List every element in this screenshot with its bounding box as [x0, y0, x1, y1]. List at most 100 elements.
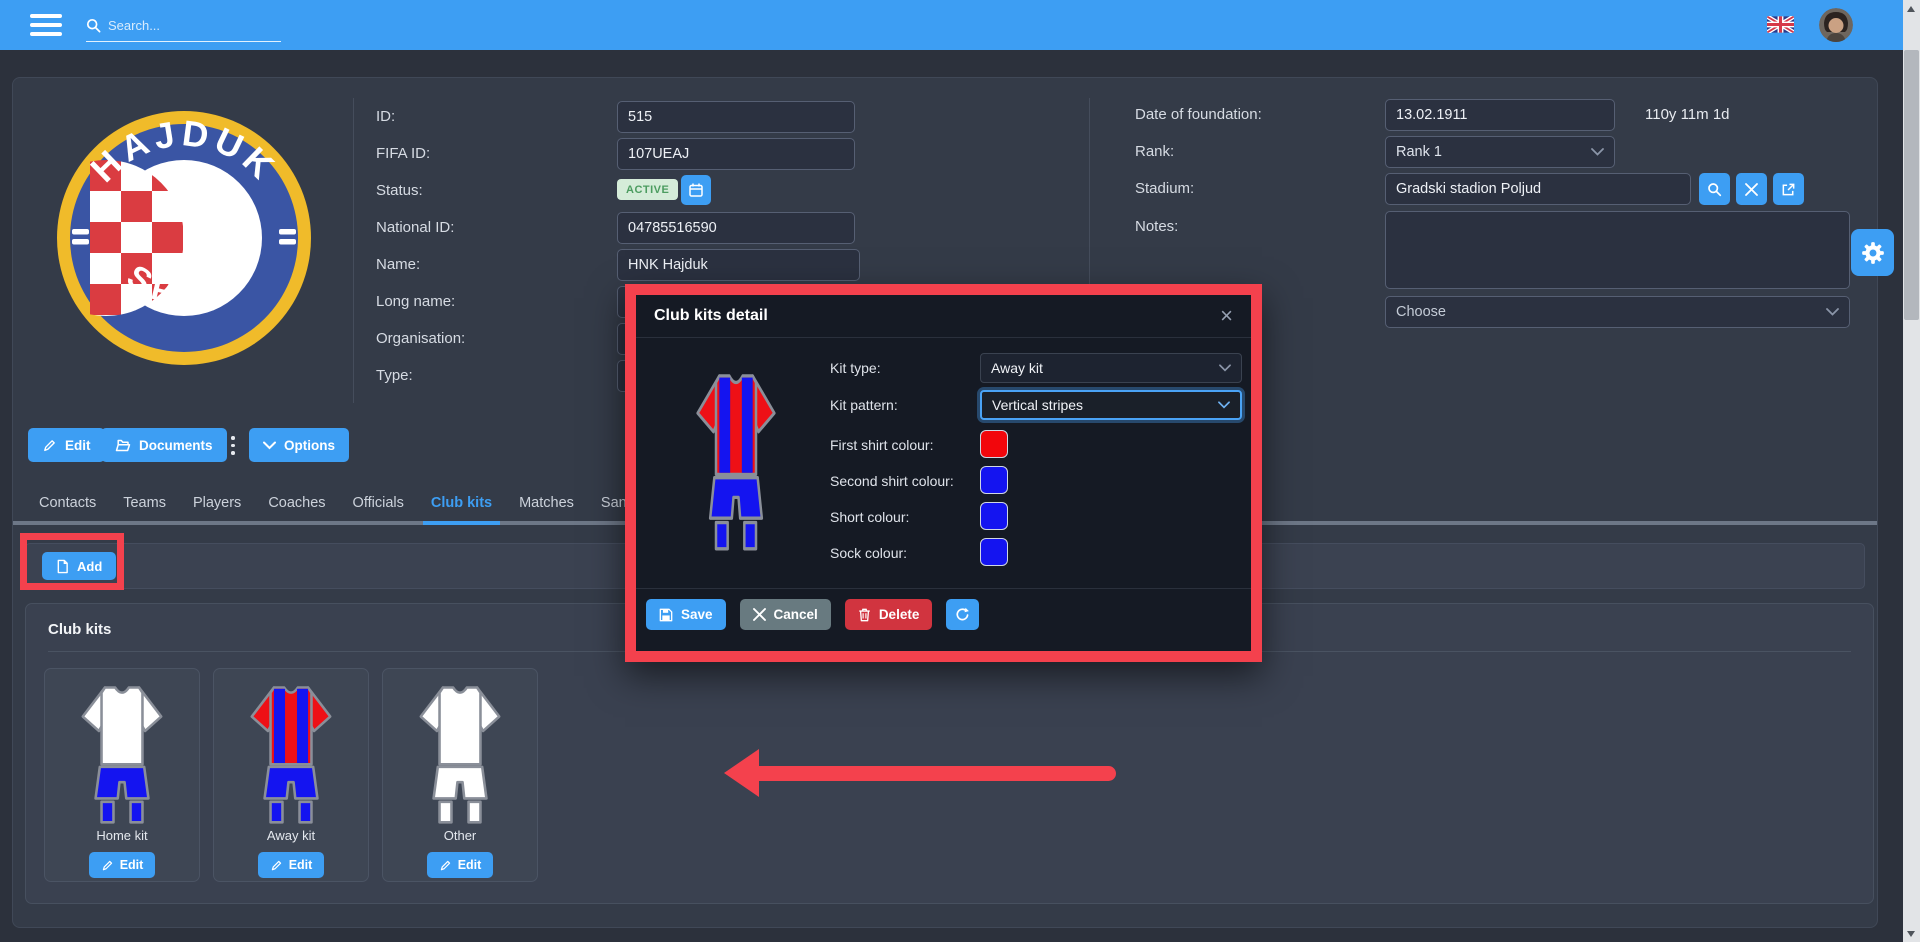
top-navbar	[0, 0, 1920, 50]
kit-pattern-label: Kit pattern:	[830, 390, 898, 420]
choose-select[interactable]: Choose	[1385, 296, 1850, 328]
edit-away-kit-button[interactable]: Edit	[258, 852, 325, 878]
tab-club-kits[interactable]: Club kits	[431, 495, 492, 521]
modal-kit-preview	[686, 365, 786, 551]
gear-icon	[1860, 240, 1886, 266]
stadium-open-button[interactable]	[1773, 173, 1804, 205]
rank-label: Rank:	[1135, 136, 1174, 168]
second-shirt-colour-swatch[interactable]	[980, 466, 1008, 494]
chevron-down-icon	[1591, 148, 1604, 156]
club-logo: HAJDUK SPLIT	[49, 103, 319, 373]
first-shirt-colour-label: First shirt colour:	[830, 430, 933, 460]
add-button[interactable]: Add	[42, 552, 116, 580]
national-id-field[interactable]	[617, 212, 855, 244]
modal-header: Club kits detail ×	[636, 295, 1251, 337]
folder-open-icon	[115, 438, 131, 453]
refresh-icon	[955, 607, 970, 622]
chevron-down-icon	[1219, 364, 1231, 372]
foundation-label: Date of foundation:	[1135, 99, 1262, 131]
tab-matches[interactable]: Matches	[519, 495, 574, 521]
sock-colour-label: Sock colour:	[830, 538, 907, 568]
close-icon	[1745, 183, 1758, 196]
search-input[interactable]	[108, 18, 268, 33]
tab-officials[interactable]: Officials	[353, 495, 404, 521]
edit-button[interactable]: Edit	[28, 428, 105, 462]
pencil-icon	[439, 859, 452, 872]
kit-card-label: Other	[444, 828, 477, 843]
pencil-icon	[101, 859, 114, 872]
options-button[interactable]: Options	[249, 428, 349, 462]
annotation-box-modal: Club kits detail × Kit type: Away kit Ki…	[625, 284, 1262, 662]
edit-other-kit-button[interactable]: Edit	[427, 852, 494, 878]
global-search	[86, 10, 281, 42]
kit-card-list: Home kit Edit	[44, 668, 538, 882]
language-flag-icon[interactable]	[1767, 16, 1794, 33]
name-field[interactable]	[617, 249, 860, 281]
scrollbar-thumb[interactable]	[1904, 50, 1919, 320]
stadium-label: Stadium:	[1135, 173, 1194, 205]
external-link-icon	[1781, 182, 1796, 197]
scroll-up-button[interactable]	[1903, 0, 1920, 17]
close-icon	[753, 608, 766, 621]
id-label: ID:	[376, 101, 395, 133]
away-kit-graphic	[239, 679, 343, 824]
short-colour-label: Short colour:	[830, 502, 909, 532]
stadium-search-button[interactable]	[1699, 173, 1730, 205]
sock-colour-swatch[interactable]	[980, 538, 1008, 566]
user-avatar[interactable]	[1819, 8, 1853, 42]
search-icon	[86, 18, 101, 33]
kit-card-other: Other Edit	[382, 668, 538, 882]
tab-contacts[interactable]: Contacts	[39, 495, 96, 521]
modal-header-divider	[636, 337, 1251, 338]
second-shirt-colour-label: Second shirt colour:	[830, 466, 954, 496]
tab-teams[interactable]: Teams	[123, 495, 166, 521]
refresh-button[interactable]	[946, 599, 979, 630]
kit-card-home: Home kit Edit	[44, 668, 200, 882]
menu-icon[interactable]	[30, 14, 62, 36]
kit-type-select[interactable]: Away kit	[980, 353, 1242, 383]
home-kit-graphic	[70, 679, 174, 824]
chevron-down-icon	[1826, 308, 1839, 316]
annotation-arrow-head	[724, 749, 759, 797]
settings-button[interactable]	[1851, 229, 1894, 276]
first-shirt-colour-swatch[interactable]	[980, 430, 1008, 458]
status-calendar-button[interactable]	[681, 175, 711, 205]
type-label: Type:	[376, 360, 413, 392]
tab-players[interactable]: Players	[193, 495, 241, 521]
fifa-id-field[interactable]	[617, 138, 855, 170]
modal-footer: Save Cancel Delete	[636, 588, 1251, 630]
documents-button[interactable]: Documents	[101, 428, 227, 462]
notes-label: Notes:	[1135, 211, 1178, 243]
foundation-age: 110y 11m 1d	[1645, 99, 1730, 131]
chevron-down-icon	[263, 441, 276, 450]
club-kits-detail-modal: Club kits detail × Kit type: Away kit Ki…	[636, 295, 1251, 651]
edit-home-kit-button[interactable]: Edit	[89, 852, 156, 878]
cancel-button[interactable]: Cancel	[740, 599, 831, 630]
rank-select[interactable]: Rank 1	[1385, 136, 1615, 168]
close-icon[interactable]: ×	[1220, 305, 1233, 327]
short-colour-swatch[interactable]	[980, 502, 1008, 530]
foundation-field[interactable]	[1385, 99, 1615, 131]
delete-button[interactable]: Delete	[845, 599, 933, 630]
kit-card-label: Home kit	[96, 828, 147, 843]
fifa-id-label: FIFA ID:	[376, 138, 430, 170]
trash-icon	[858, 608, 871, 622]
organisation-label: Organisation:	[376, 323, 465, 355]
status-badge: ACTIVE	[617, 179, 678, 200]
tab-coaches[interactable]: Coaches	[268, 495, 325, 521]
notes-field[interactable]	[1385, 211, 1850, 289]
kit-card-away: Away kit Edit	[213, 668, 369, 882]
stadium-field[interactable]	[1385, 173, 1691, 205]
id-field[interactable]	[617, 101, 855, 133]
file-icon	[56, 559, 69, 574]
long-name-label: Long name:	[376, 286, 455, 318]
save-button[interactable]: Save	[646, 599, 726, 630]
name-label: Name:	[376, 249, 420, 281]
kit-pattern-select[interactable]: Vertical stripes	[980, 390, 1242, 420]
pencil-icon	[270, 859, 283, 872]
calendar-icon	[688, 182, 704, 198]
status-label: Status:	[376, 175, 423, 207]
scroll-down-button[interactable]	[1903, 925, 1920, 942]
stadium-clear-button[interactable]	[1736, 173, 1767, 205]
page-scrollbar[interactable]	[1903, 0, 1920, 942]
